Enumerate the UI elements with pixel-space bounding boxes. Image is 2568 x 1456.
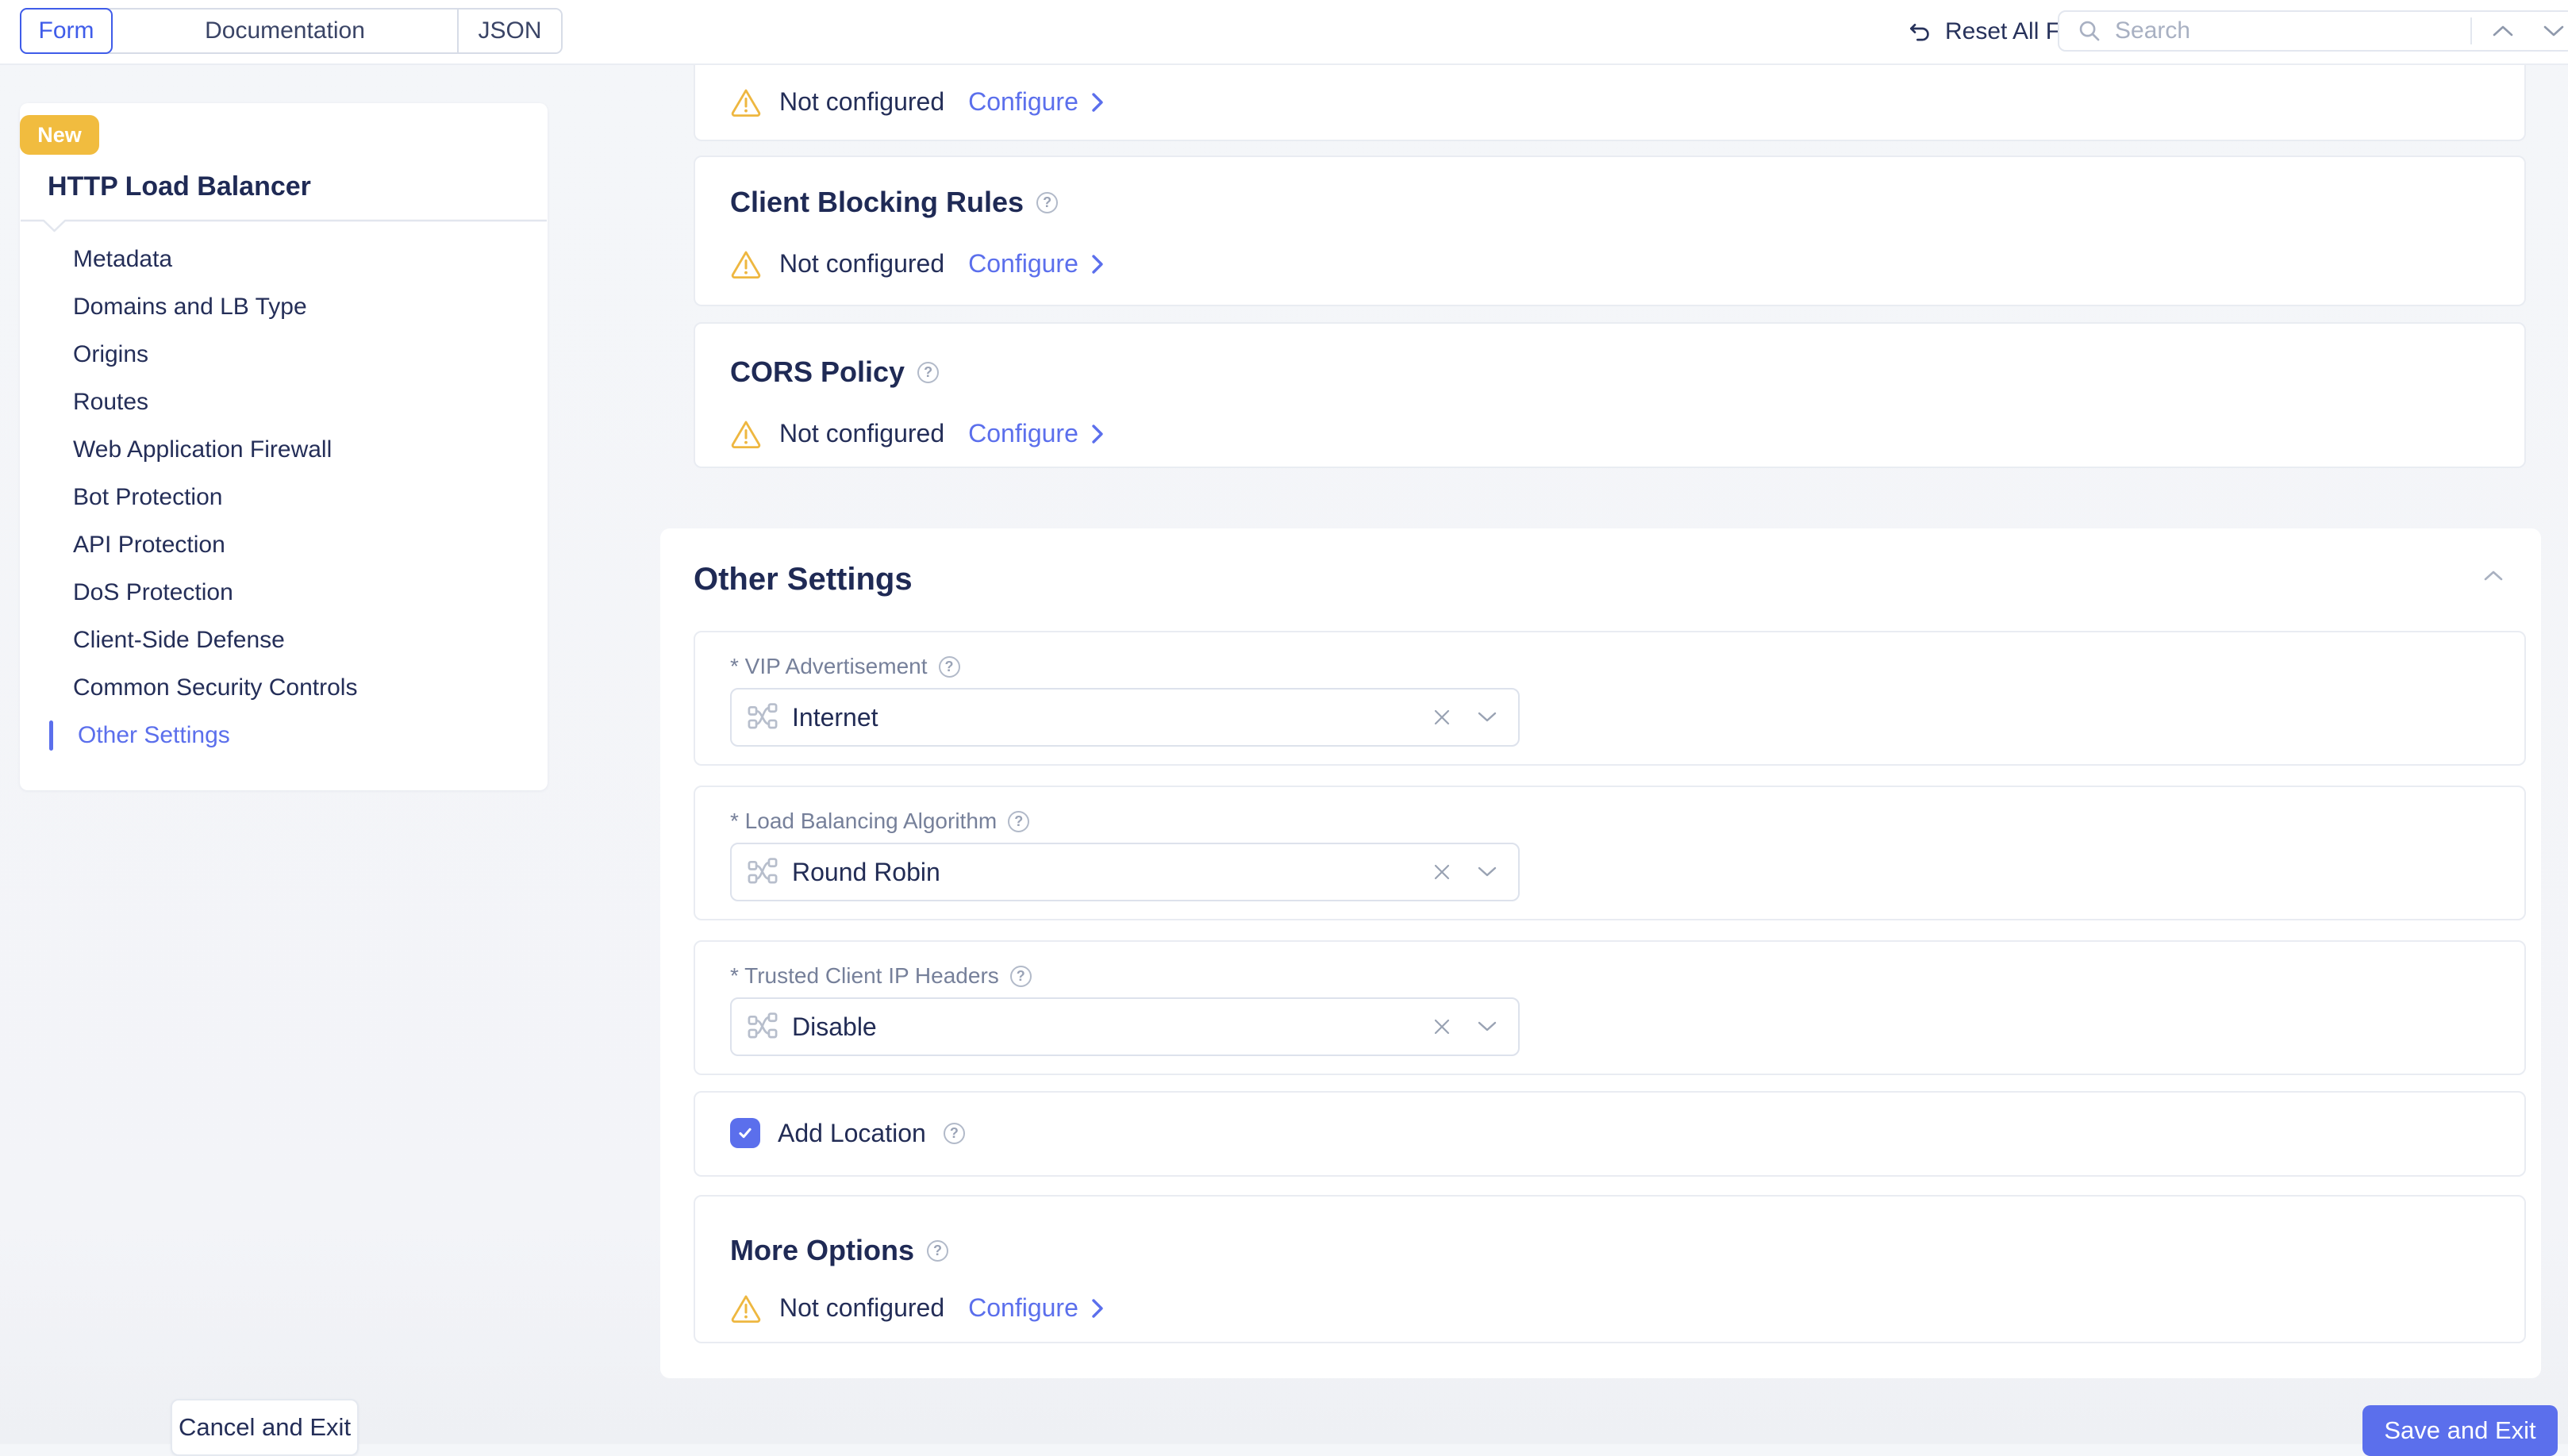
info-icon[interactable] xyxy=(927,1240,948,1262)
search-icon xyxy=(2077,18,2102,44)
chevron-down-icon[interactable] xyxy=(1477,1020,1497,1033)
warning-icon xyxy=(730,250,762,279)
sidebar-item-bot-protection[interactable]: Bot Protection xyxy=(20,474,548,521)
sidebar-item-dos-protection[interactable]: DoS Protection xyxy=(20,569,548,617)
chevron-up-icon xyxy=(2484,570,2503,581)
chevron-down-icon[interactable] xyxy=(1477,711,1497,724)
search-box xyxy=(2058,10,2568,52)
shuffle-icon xyxy=(748,857,778,887)
add-location-label: Add Location xyxy=(778,1119,926,1148)
search-next-button[interactable] xyxy=(2534,25,2568,37)
configure-link[interactable]: Configure xyxy=(968,249,1105,279)
client-blocking-rules-card: Client Blocking Rules Not configured Con… xyxy=(694,156,2526,306)
status-text: Not configured xyxy=(779,419,944,448)
cors-policy-card: CORS Policy Not configured Configure xyxy=(694,322,2526,468)
vip-advertisement-field-card: * VIP Advertisement Internet xyxy=(694,631,2526,766)
info-icon[interactable] xyxy=(1008,811,1029,832)
sidebar-item-domains-lb-type[interactable]: Domains and LB Type xyxy=(20,283,548,331)
form-sidebar: New HTTP Load Balancer Metadata Domains … xyxy=(20,103,548,790)
scrolled-card-partial: Not configured Configure xyxy=(694,65,2526,141)
top-toolbar: Form Documentation JSON Reset All Fields xyxy=(0,0,2568,65)
sidebar-item-routes[interactable]: Routes xyxy=(20,378,548,426)
cancel-and-exit-button[interactable]: Cancel and Exit xyxy=(171,1399,359,1456)
chevron-up-icon xyxy=(2493,25,2513,37)
search-input[interactable] xyxy=(2113,17,2459,45)
tab-form[interactable]: Form xyxy=(20,8,113,54)
status-text: Not configured xyxy=(779,249,944,279)
field-label: * Trusted Client IP Headers xyxy=(730,963,1032,989)
chevron-right-icon xyxy=(1090,1297,1105,1320)
chevron-right-icon xyxy=(1090,253,1105,275)
clear-icon[interactable] xyxy=(1432,708,1451,727)
chevron-down-icon[interactable] xyxy=(1477,866,1497,878)
select-value: Disable xyxy=(792,1012,1418,1042)
configure-link[interactable]: Configure xyxy=(968,87,1105,117)
search-divider xyxy=(2470,17,2472,44)
status-row: Not configured Configure xyxy=(730,249,1105,279)
sidebar-item-web-application-firewall[interactable]: Web Application Firewall xyxy=(20,426,548,474)
tab-json[interactable]: JSON xyxy=(459,10,561,52)
warning-icon xyxy=(730,1294,762,1323)
other-settings-section: Other Settings * VIP Advertisement Inter… xyxy=(660,528,2541,1378)
sidebar-nav: Metadata Domains and LB Type Origins Rou… xyxy=(20,236,548,759)
configure-link[interactable]: Configure xyxy=(968,419,1105,448)
view-tabs: Form Documentation JSON xyxy=(20,8,563,54)
field-label: * VIP Advertisement xyxy=(730,654,960,679)
sidebar-item-other-settings[interactable]: Other Settings xyxy=(20,712,548,759)
section-title: Other Settings xyxy=(694,562,913,597)
vip-advertisement-select[interactable]: Internet xyxy=(730,688,1520,747)
clear-icon[interactable] xyxy=(1432,862,1451,882)
card-title: Client Blocking Rules xyxy=(730,186,1058,219)
shuffle-icon xyxy=(748,1012,778,1042)
add-location-field-card: Add Location xyxy=(694,1091,2526,1177)
sidebar-title: HTTP Load Balancer xyxy=(48,171,311,202)
new-badge: New xyxy=(20,115,99,155)
select-value: Internet xyxy=(792,703,1418,732)
field-label: * Load Balancing Algorithm xyxy=(730,809,1029,834)
more-options-card: More Options Not configured Configure xyxy=(694,1195,2526,1343)
sidebar-divider xyxy=(20,219,548,235)
load-balancing-algorithm-select[interactable]: Round Robin xyxy=(730,843,1520,901)
warning-icon xyxy=(730,420,762,448)
sidebar-item-origins[interactable]: Origins xyxy=(20,331,548,378)
select-value: Round Robin xyxy=(792,858,1418,887)
warning-icon xyxy=(730,88,762,117)
info-icon[interactable] xyxy=(939,656,960,678)
sidebar-item-common-security-controls[interactable]: Common Security Controls xyxy=(20,664,548,712)
trusted-client-ip-headers-field-card: * Trusted Client IP Headers Disable xyxy=(694,940,2526,1075)
check-icon xyxy=(736,1124,754,1142)
save-and-exit-button[interactable]: Save and Exit xyxy=(2362,1405,2558,1456)
card-title: CORS Policy xyxy=(730,355,939,389)
sidebar-item-client-side-defense[interactable]: Client-Side Defense xyxy=(20,617,548,664)
status-text: Not configured xyxy=(779,87,944,117)
status-row: Not configured Configure xyxy=(730,1293,1105,1323)
card-title: More Options xyxy=(730,1234,948,1267)
load-balancing-algorithm-field-card: * Load Balancing Algorithm Round Robin xyxy=(694,786,2526,920)
chevron-down-icon xyxy=(2543,25,2564,37)
chevron-right-icon xyxy=(1090,91,1105,113)
configure-link[interactable]: Configure xyxy=(968,1293,1105,1323)
reset-icon xyxy=(1907,19,1932,44)
status-row: Not configured Configure xyxy=(730,419,1105,448)
sidebar-item-api-protection[interactable]: API Protection xyxy=(20,521,548,569)
chevron-right-icon xyxy=(1090,423,1105,445)
info-icon[interactable] xyxy=(1036,192,1058,213)
status-row: Not configured Configure xyxy=(730,87,1105,117)
info-icon[interactable] xyxy=(944,1123,965,1144)
collapse-section-button[interactable] xyxy=(2484,570,2503,585)
info-icon[interactable] xyxy=(917,362,939,383)
tab-documentation[interactable]: Documentation xyxy=(113,10,459,52)
info-icon[interactable] xyxy=(1010,966,1032,987)
status-text: Not configured xyxy=(779,1293,944,1323)
shuffle-icon xyxy=(748,702,778,732)
sidebar-item-metadata[interactable]: Metadata xyxy=(20,236,548,283)
add-location-row: Add Location xyxy=(730,1118,965,1148)
search-prev-button[interactable] xyxy=(2483,25,2523,37)
trusted-client-ip-headers-select[interactable]: Disable xyxy=(730,997,1520,1056)
add-location-checkbox[interactable] xyxy=(730,1118,760,1148)
clear-icon[interactable] xyxy=(1432,1017,1451,1036)
